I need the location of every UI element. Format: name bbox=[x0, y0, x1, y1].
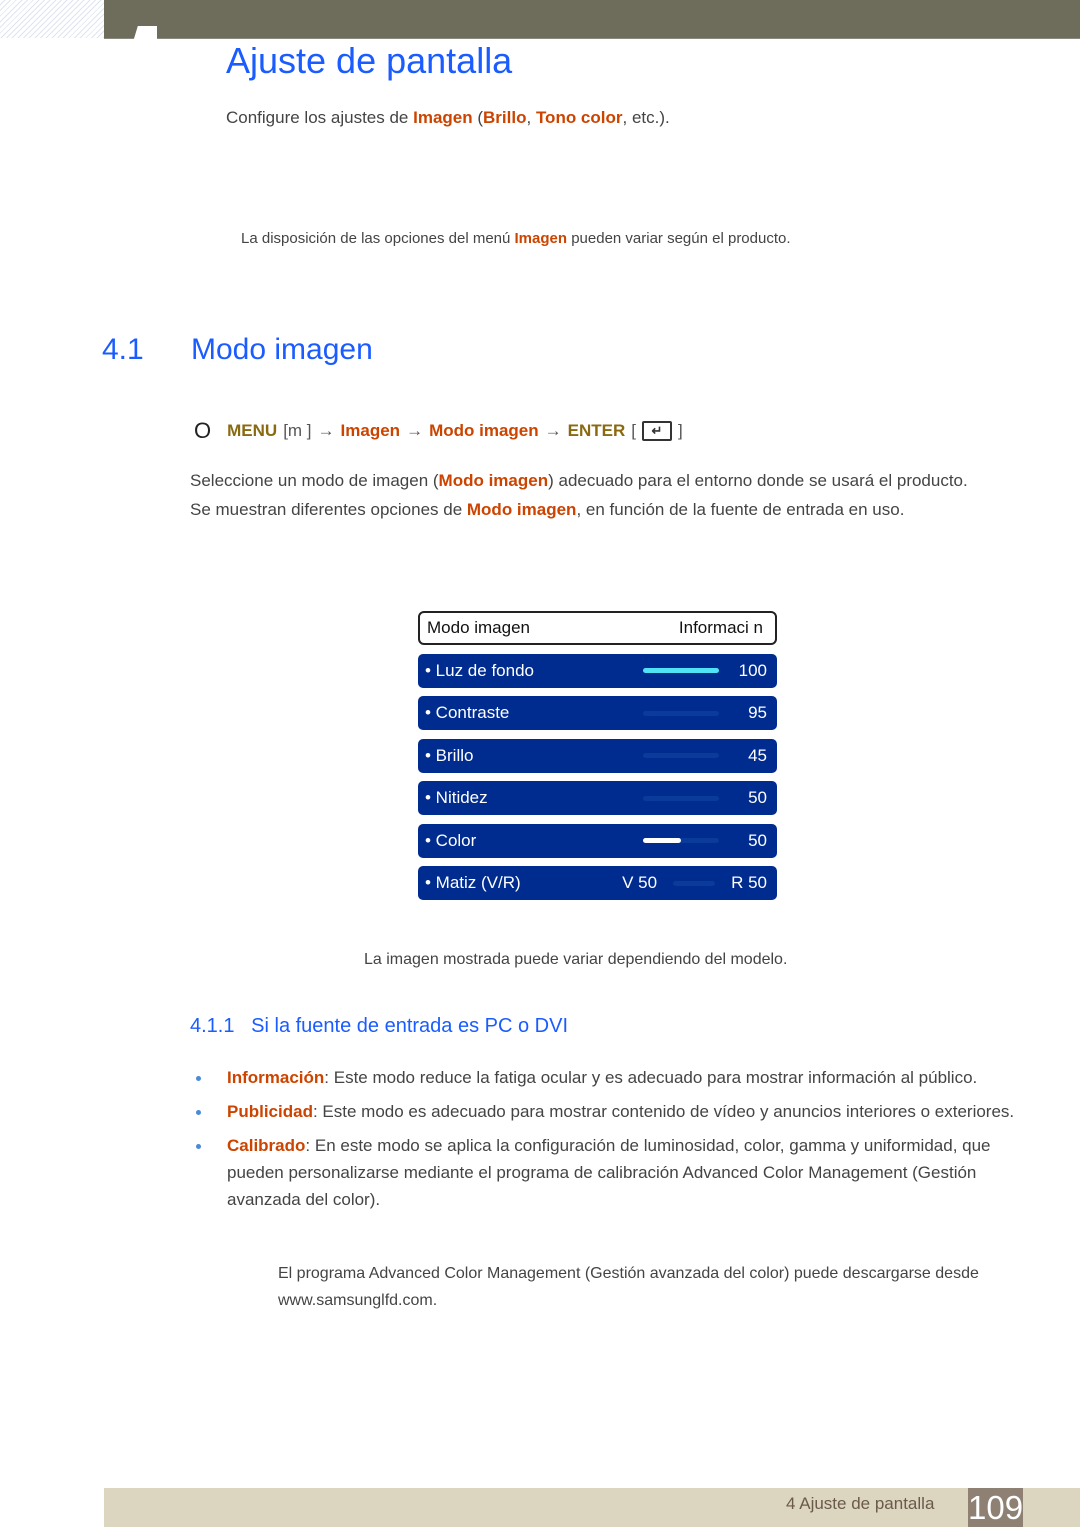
osd-header-value: Informaci n bbox=[678, 618, 763, 637]
bullet-icon bbox=[196, 1144, 201, 1149]
osd-row-color[interactable]: • Color 50 bbox=[418, 823, 777, 858]
list-item: Información: Este modo reduce la fatiga … bbox=[190, 1064, 1020, 1091]
list-item-text: : En este modo se aplica la configuració… bbox=[227, 1136, 991, 1209]
osd-row-label: • Brillo bbox=[425, 745, 474, 765]
list-item-term: Publicidad bbox=[227, 1102, 313, 1121]
osd-header-label: Modo imagen bbox=[427, 618, 531, 637]
section-number: 4.1 bbox=[102, 333, 144, 366]
intro-imagen: Imagen bbox=[413, 108, 473, 127]
menu-path-enter: ENTER bbox=[567, 421, 626, 440]
osd-slider-fill bbox=[643, 838, 681, 843]
intro-prefix: Configure los ajustes de bbox=[226, 108, 414, 127]
description-line-1: Seleccione un modo de imagen (Modo image… bbox=[190, 466, 968, 495]
osd-slider[interactable] bbox=[643, 710, 719, 716]
menu-path-bullet-icon: O bbox=[194, 418, 212, 443]
osd-row-label: • Matiz (V/R) bbox=[425, 873, 521, 892]
osd-row-brillo[interactable]: • Brillo 45 bbox=[418, 738, 777, 773]
arrow-icon: → bbox=[544, 421, 562, 440]
osd-menu-header[interactable]: Modo imagen Informaci n bbox=[418, 611, 777, 645]
desc2-prefix: Se muestran diferentes opciones de bbox=[190, 500, 467, 519]
list-item-text: : Este modo reduce la fatiga ocular y es… bbox=[324, 1068, 978, 1087]
list-item: Calibrado: En este modo se aplica la con… bbox=[190, 1132, 1020, 1213]
header-bar bbox=[104, 0, 1080, 39]
menu-path: O MENU [m ] → Imagen → Modo imagen → ENT… bbox=[194, 418, 683, 444]
mode-list: Información: Este modo reduce la fatiga … bbox=[190, 1064, 1020, 1220]
desc1-suffix: ) adecuado para el entorno donde se usar… bbox=[548, 471, 968, 490]
image-caption: La imagen mostrada puede variar dependie… bbox=[364, 951, 788, 968]
note-download: El programa Advanced Color Management (G… bbox=[278, 1265, 979, 1309]
osd-row-label: • Color bbox=[425, 830, 477, 850]
osd-row-value: 100 bbox=[738, 660, 767, 680]
menu-path-imagen: Imagen bbox=[340, 421, 401, 440]
intro-paren: ( bbox=[472, 108, 484, 127]
osd-matiz-r-value: R 50 bbox=[731, 873, 767, 892]
intro-text: Configure los ajustes de Imagen (Brillo,… bbox=[226, 108, 670, 128]
intro-brillo: Brillo bbox=[483, 108, 527, 127]
osd-row-value: 50 bbox=[748, 830, 767, 850]
list-item: Publicidad: Este modo es adecuado para m… bbox=[190, 1098, 1020, 1125]
osd-row-label: • Contraste bbox=[425, 703, 510, 722]
osd-row-value: 50 bbox=[748, 788, 767, 807]
osd-row-matiz[interactable]: • Matiz (V/R) V 50 R 50 bbox=[418, 866, 777, 900]
osd-matiz-slider[interactable] bbox=[673, 880, 716, 886]
note1-highlight: Imagen bbox=[514, 230, 568, 247]
osd-row-value: 45 bbox=[748, 745, 767, 765]
osd-row-nitidez[interactable]: • Nitidez 50 bbox=[418, 781, 777, 815]
osd-slider[interactable] bbox=[643, 668, 719, 673]
osd-slider-fill bbox=[643, 668, 719, 673]
osd-row-luz-de-fondo[interactable]: • Luz de fondo 100 bbox=[418, 653, 777, 688]
desc2-suffix: , en función de la fuente de entrada en … bbox=[576, 500, 905, 519]
bullet-icon bbox=[196, 1076, 201, 1081]
arrow-icon: → bbox=[406, 421, 424, 440]
desc2-highlight: Modo imagen bbox=[466, 500, 577, 519]
page-number: 109 bbox=[968, 1488, 1024, 1527]
section-title: Modo imagen bbox=[191, 333, 373, 366]
desc1-highlight: Modo imagen bbox=[438, 471, 549, 490]
enter-icon: ↵ bbox=[641, 421, 672, 441]
osd-matiz-v-value: V 50 bbox=[622, 873, 658, 892]
osd-menu: Modo imagen Informaci n • Luz de fondo 1… bbox=[418, 611, 777, 900]
note-menu-layout: La disposición de las opciones del menú … bbox=[241, 230, 791, 247]
intro-tono: Tono color bbox=[535, 108, 623, 127]
menu-path-menu: MENU bbox=[227, 421, 278, 440]
osd-slider[interactable] bbox=[643, 753, 719, 758]
bracket-open: [ bbox=[631, 421, 636, 440]
subsection-heading: 4.1.1 Si la fuente de entrada es PC o DV… bbox=[190, 1015, 568, 1038]
list-item-text: : Este modo es adecuado para mostrar con… bbox=[312, 1102, 1015, 1121]
note1-suffix: pueden variar según el producto. bbox=[567, 230, 791, 247]
bullet-icon bbox=[196, 1110, 201, 1115]
desc1-prefix: Seleccione un modo de imagen ( bbox=[190, 471, 439, 490]
list-item-term: Calibrado bbox=[227, 1136, 306, 1155]
osd-row-value: 95 bbox=[748, 703, 767, 722]
description: Seleccione un modo de imagen (Modo image… bbox=[190, 466, 968, 524]
menu-key-icon: [m ] bbox=[283, 421, 312, 440]
description-line-2: Se muestran diferentes opciones de Modo … bbox=[190, 495, 968, 524]
osd-row-label: • Nitidez bbox=[425, 788, 488, 807]
list-item-term: Información bbox=[227, 1068, 325, 1087]
chapter-title: Ajuste de pantalla bbox=[226, 40, 513, 81]
osd-slider[interactable] bbox=[643, 838, 719, 843]
header-hatch-decoration bbox=[0, 0, 104, 38]
osd-row-label: • Luz de fondo bbox=[425, 660, 534, 680]
osd-row-contraste[interactable]: • Contraste 95 bbox=[418, 696, 777, 730]
osd-slider[interactable] bbox=[643, 795, 719, 801]
bracket-close: ] bbox=[677, 421, 683, 440]
subsection-title: Si la fuente de entrada es PC o DVI bbox=[251, 1015, 569, 1037]
subsection-number: 4.1.1 bbox=[190, 1015, 235, 1037]
footer-chapter-label: 4 Ajuste de pantalla bbox=[786, 1494, 935, 1513]
intro-suffix: , etc.). bbox=[622, 108, 670, 127]
arrow-icon: → bbox=[317, 421, 335, 440]
note1-prefix: La disposición de las opciones del menú bbox=[241, 230, 515, 247]
intro-comma: , bbox=[526, 108, 536, 127]
menu-path-modo-imagen: Modo imagen bbox=[429, 421, 539, 440]
